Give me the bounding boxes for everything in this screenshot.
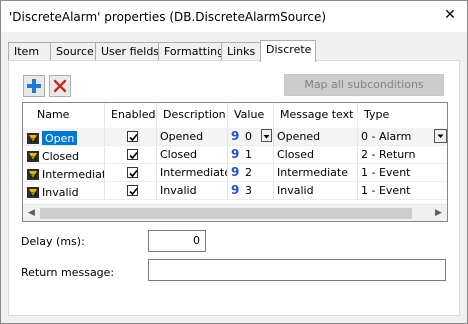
value-cell[interactable]: 90 [228, 128, 274, 146]
description-cell[interactable]: Invalid [157, 182, 228, 200]
enabled-cell[interactable] [105, 182, 157, 200]
delete-x-icon [53, 79, 67, 93]
return-message-field[interactable] [148, 259, 446, 281]
row-value: 1 [245, 148, 252, 161]
map-all-subconditions-button[interactable]: Map all subconditions [284, 74, 444, 96]
event-state-icon: 01 [27, 169, 39, 180]
chevron-down-icon [437, 134, 444, 138]
scrollbar-thumb[interactable] [40, 208, 412, 219]
column-header-enabled[interactable]: Enabled [105, 103, 157, 127]
delete-subcondition-button[interactable] [49, 75, 71, 97]
name-cell[interactable]: 01 Intermediate [23, 164, 105, 182]
message-cell[interactable]: Invalid [274, 182, 358, 200]
value-type-icon: 9 [231, 183, 240, 197]
value-type-icon: 9 [231, 147, 240, 161]
chevron-down-icon [263, 135, 270, 139]
title-bar[interactable]: 'DiscreteAlarm' properties (DB.DiscreteA… [1, 1, 467, 32]
svg-text:01: 01 [31, 138, 37, 144]
table-row[interactable]: 01 Open Opened 90 Opened 0 - Alarm [23, 128, 447, 146]
value-cell[interactable]: 92 [228, 164, 274, 182]
table-row[interactable]: 01 Intermediate Intermediate 92 Intermedi… [23, 164, 447, 182]
alarm-state-icon: 01 [27, 133, 39, 144]
row-value: 0 [245, 130, 252, 143]
description-cell[interactable]: Intermediate [157, 164, 228, 182]
enabled-checkbox[interactable] [126, 149, 138, 160]
tab-source[interactable]: Source [50, 42, 96, 61]
close-icon: ✕ [444, 7, 456, 23]
tab-user-fields[interactable]: User fields [95, 42, 159, 61]
value-type-icon: 9 [231, 165, 240, 179]
value-dropdown-button[interactable] [261, 129, 272, 142]
svg-text:01: 01 [31, 174, 37, 180]
row-value: 3 [245, 184, 252, 197]
type-dropdown-button[interactable] [434, 129, 447, 143]
discrete-panel: Map all subconditions Name Enabled Descr… [8, 60, 460, 316]
row-name: Open [42, 131, 78, 145]
table-row[interactable]: 01 Closed Closed 91 Closed 2 - Return [23, 146, 447, 164]
name-cell[interactable]: 01 Invalid [23, 182, 105, 200]
scroll-left-icon[interactable]: ◀ [23, 205, 40, 221]
enabled-cell[interactable] [105, 128, 157, 146]
column-header-description[interactable]: Description [157, 103, 228, 127]
add-subcondition-button[interactable] [23, 75, 45, 97]
tab-item[interactable]: Item [8, 42, 51, 61]
value-cell[interactable]: 91 [228, 146, 274, 164]
tab-discrete[interactable]: Discrete [260, 40, 316, 62]
row-name: Intermediate [42, 168, 104, 181]
row-type: 0 - Alarm [361, 130, 412, 143]
plus-icon [27, 79, 41, 93]
value-type-icon: 9 [231, 129, 240, 143]
delay-field[interactable]: 0 [148, 230, 206, 252]
scroll-right-icon[interactable]: ▶ [430, 205, 447, 221]
type-cell[interactable]: 1 - Event [358, 182, 447, 200]
enabled-checkbox[interactable] [126, 167, 138, 178]
type-cell[interactable]: 1 - Event [358, 164, 447, 182]
type-cell[interactable]: 0 - Alarm [358, 128, 447, 146]
return-message-label: Return message: [21, 266, 115, 279]
description-cell[interactable]: Closed [157, 146, 228, 164]
row-value: 2 [245, 166, 252, 179]
tab-formatting[interactable]: Formatting [158, 42, 224, 61]
column-header-value[interactable]: Value [228, 103, 274, 127]
window-title: 'DiscreteAlarm' properties (DB.DiscreteA… [9, 10, 327, 24]
name-cell[interactable]: 01 Closed [23, 146, 105, 164]
event-state-icon: 01 [27, 187, 39, 198]
enabled-cell[interactable] [105, 164, 157, 182]
column-header-type[interactable]: Type [358, 103, 447, 127]
column-header-message-text[interactable]: Message text [274, 103, 358, 127]
subconditions-grid: Name Enabled Description Value Message t… [22, 102, 448, 222]
grid-header: Name Enabled Description Value Message t… [23, 103, 447, 127]
delay-label: Delay (ms): [21, 235, 85, 248]
name-cell[interactable]: 01 Open [23, 128, 105, 146]
row-name: Invalid [42, 186, 79, 199]
column-header-name[interactable]: Name [23, 103, 105, 127]
tab-links[interactable]: Links [221, 42, 261, 61]
close-button[interactable]: ✕ [437, 4, 463, 26]
message-cell[interactable]: Intermediate [274, 164, 358, 182]
enabled-checkbox[interactable] [126, 131, 138, 142]
enabled-cell[interactable] [105, 146, 157, 164]
row-name: Closed [42, 150, 79, 163]
return-state-icon: 01 [27, 151, 39, 162]
svg-text:01: 01 [31, 156, 37, 162]
value-cell[interactable]: 93 [228, 182, 274, 200]
table-row[interactable]: 01 Invalid Invalid 93 Invalid 1 - Event [23, 182, 447, 200]
message-cell[interactable]: Opened [274, 128, 358, 146]
description-cell[interactable]: Opened [157, 128, 228, 146]
type-cell[interactable]: 2 - Return [358, 146, 447, 164]
message-cell[interactable]: Closed [274, 146, 358, 164]
horizontal-scrollbar[interactable]: ◀ ▶ [23, 204, 447, 221]
svg-text:01: 01 [31, 192, 37, 198]
enabled-checkbox[interactable] [126, 185, 138, 196]
properties-dialog: 'DiscreteAlarm' properties (DB.DiscreteA… [0, 0, 468, 324]
